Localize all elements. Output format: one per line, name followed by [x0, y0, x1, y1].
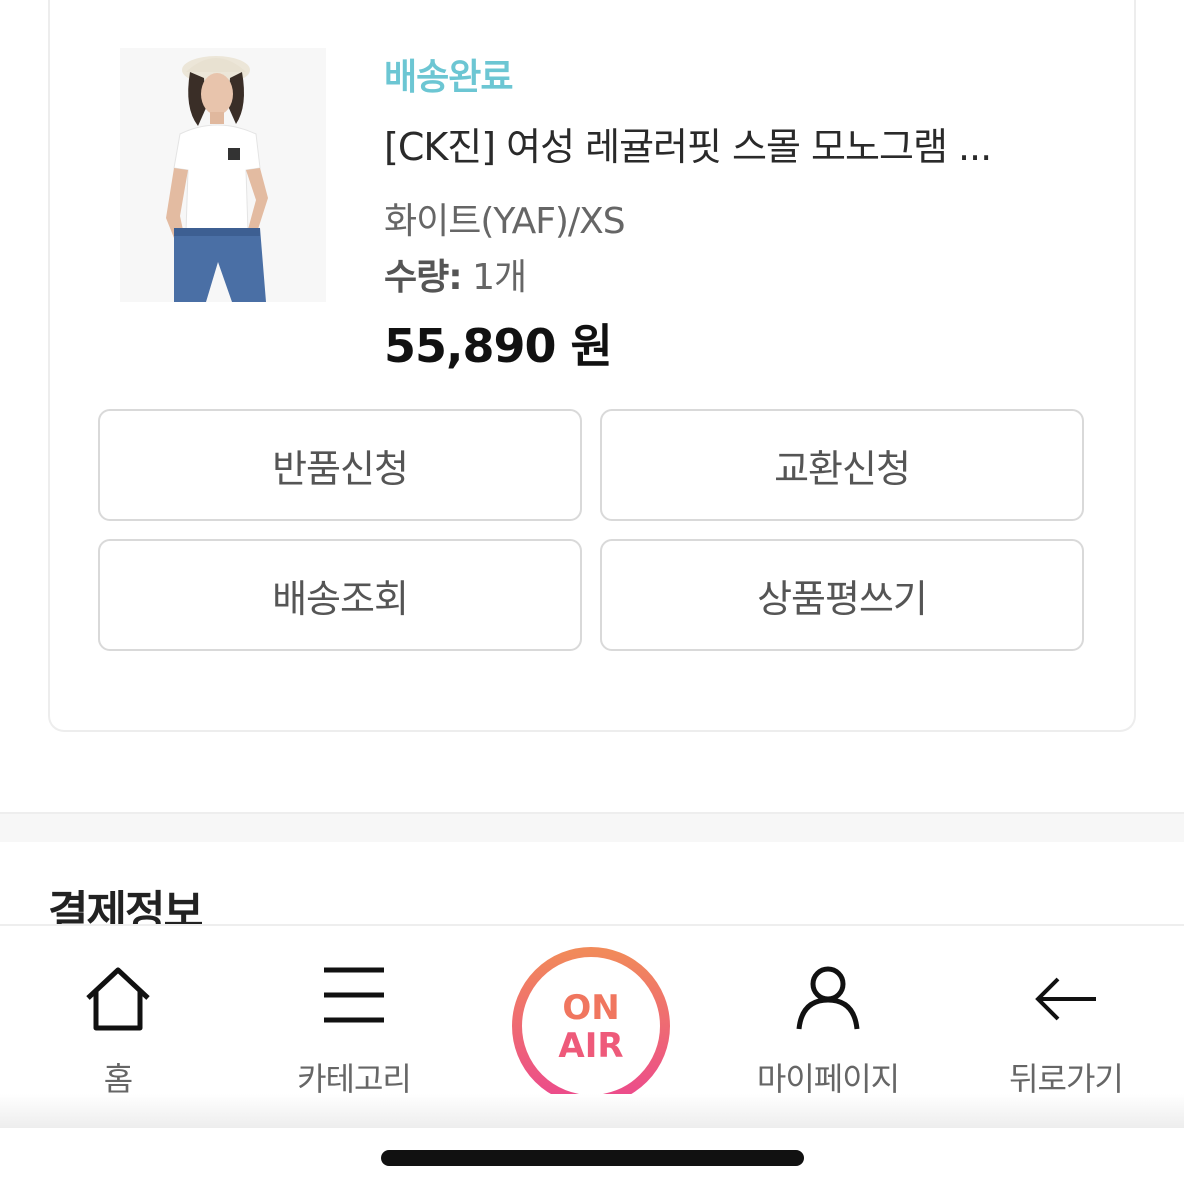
product-price: 55,890 원: [384, 319, 613, 373]
section-divider: [0, 812, 1184, 842]
exchange-request-button[interactable]: 교환신청: [600, 409, 1084, 521]
quantity-label: 수량:: [384, 257, 463, 298]
house-icon: [86, 967, 150, 1031]
quantity: 수량: 1개: [384, 248, 527, 300]
return-request-button[interactable]: 반품신청: [98, 409, 582, 521]
person-icon: [796, 966, 860, 1030]
arrow-left-icon: [1035, 977, 1096, 1021]
delivery-status: 배송완료: [384, 57, 513, 98]
onair-line2: AIR: [558, 1026, 624, 1066]
payment-info-title: 결제정보: [48, 887, 202, 924]
write-review-button[interactable]: 상품평쓰기: [600, 539, 1084, 651]
product-name[interactable]: [CK진] 여성 레귤러핏 스몰 모노그램 ...: [384, 116, 1074, 171]
product-option: 화이트(YAF)/XS: [384, 201, 626, 242]
home-indicator[interactable]: [381, 1150, 804, 1166]
nav-bottom-shadow: [0, 1094, 1184, 1130]
on-air-button[interactable]: ON AIR: [511, 946, 671, 1106]
onair-line1: ON: [562, 988, 620, 1028]
menu-icon: [324, 967, 384, 1023]
delivery-tracking-button[interactable]: 배송조회: [98, 539, 582, 651]
quantity-value: 1개: [472, 257, 527, 298]
product-image[interactable]: [120, 48, 326, 302]
